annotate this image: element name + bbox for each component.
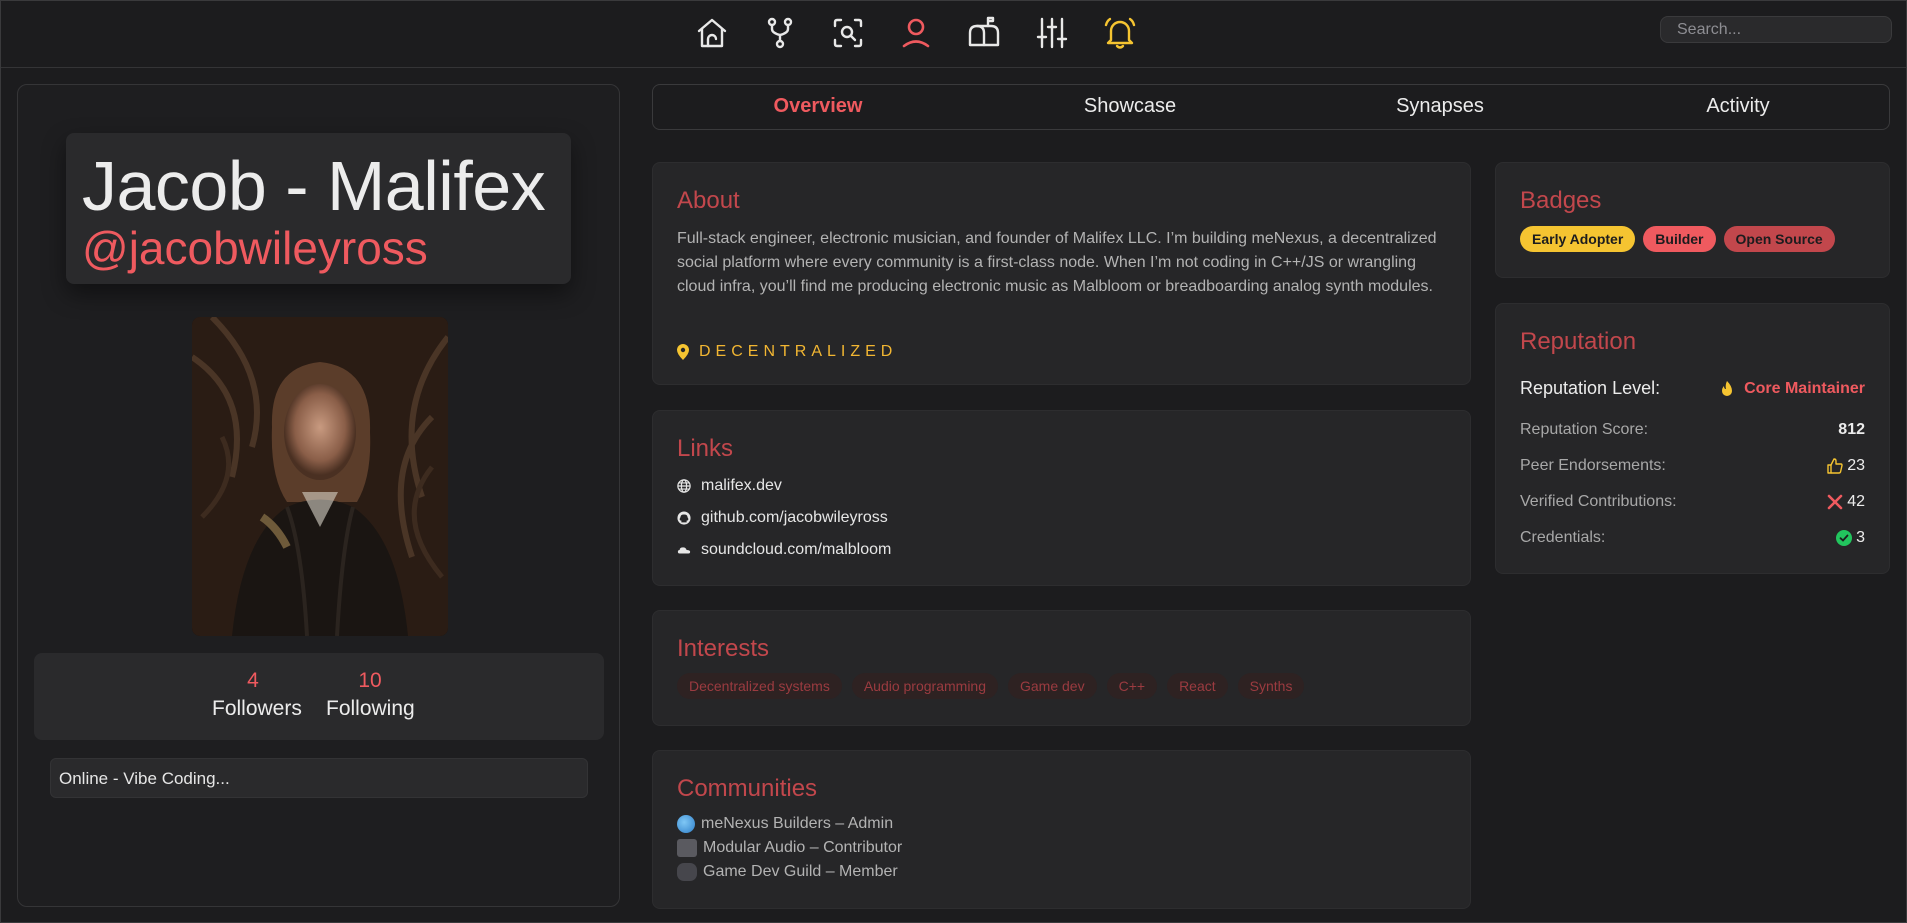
profile-icon[interactable]: [898, 14, 966, 52]
link-label: malifex.dev: [701, 477, 782, 494]
flame-icon: [1722, 380, 1733, 396]
tools-icon: [1827, 494, 1843, 510]
profile-tabs: Overview Showcase Synapses Activity: [652, 84, 1890, 130]
globe-emoji-icon: [677, 815, 695, 833]
tab-activity[interactable]: Activity: [1706, 95, 1769, 118]
link-soundcloud[interactable]: soundcloud.com/malbloom: [677, 541, 891, 559]
reputation-level-text: Core Maintainer: [1744, 379, 1865, 397]
follow-stats: 4 Followers 10 Following: [34, 653, 604, 740]
followers-count: 4: [247, 669, 259, 692]
interest-tag[interactable]: C++: [1106, 673, 1158, 699]
name-card: Jacob - Malifex @jacobwileyross: [66, 133, 571, 284]
map-pin-icon: [677, 344, 689, 360]
badge-early-adopter: Early Adopter: [1520, 226, 1636, 252]
reputation-score-label: Reputation Score:: [1520, 421, 1649, 438]
soundcloud-icon: [677, 547, 691, 554]
badges-card: Badges Early Adopter Builder Open Source: [1495, 162, 1890, 278]
location: DECENTRALIZED: [677, 343, 897, 361]
link-github[interactable]: github.com/jacobwileyross: [677, 509, 888, 527]
link-website[interactable]: malifex.dev: [677, 477, 782, 495]
top-nav-bar: [1, 1, 1906, 68]
nav-icon-group: [694, 14, 1170, 52]
interest-tag[interactable]: React: [1167, 673, 1228, 699]
links-card: Links malifex.dev github.com/jacobwileyr…: [652, 410, 1471, 586]
about-card: About Full-stack engineer, electronic mu…: [652, 162, 1471, 385]
community-label: Game Dev Guild – Member: [703, 863, 898, 880]
profile-sidebar: Jacob - Malifex @jacobwileyross 4 Follow…: [17, 84, 620, 907]
user-handle: @jacobwileyross: [82, 222, 428, 274]
check-circle-icon: [1836, 530, 1853, 546]
reputation-level-label: Reputation Level:: [1520, 378, 1661, 398]
interest-tag[interactable]: Synths: [1237, 673, 1305, 699]
community-label: meNexus Builders – Admin: [701, 815, 894, 832]
interest-tag[interactable]: Decentralized systems: [677, 673, 842, 699]
contributions-count: 42: [1847, 493, 1865, 510]
fork-icon[interactable]: [762, 14, 830, 52]
verified-contributions-label: Verified Contributions:: [1520, 493, 1677, 510]
links-title: Links: [677, 435, 734, 462]
following-label: Following: [326, 697, 415, 720]
status-message: Online - Vibe Coding...: [50, 758, 588, 798]
link-label: github.com/jacobwileyross: [701, 509, 888, 526]
following-count: 10: [358, 669, 382, 692]
reputation-score-row: Reputation Score: 812: [1520, 421, 1865, 439]
interests-card: Interests Decentralized systems Audio pr…: [652, 610, 1471, 726]
followers-stat[interactable]: 4 Followers: [212, 669, 302, 721]
tab-overview[interactable]: Overview: [774, 95, 863, 118]
badge-open-source: Open Source: [1723, 226, 1835, 252]
tab-synapses[interactable]: Synapses: [1396, 95, 1484, 118]
verified-contributions-value: 42: [1827, 493, 1865, 511]
credentials-row: Credentials: 3: [1520, 529, 1865, 547]
followers-label: Followers: [212, 697, 302, 720]
reputation-title: Reputation: [1520, 328, 1637, 355]
badges-title: Badges: [1520, 187, 1602, 214]
badge-list: Early Adopter Builder Open Source: [1520, 226, 1835, 252]
interest-tag[interactable]: Audio programming: [851, 673, 998, 699]
about-title: About: [677, 187, 740, 214]
interests-title: Interests: [677, 635, 770, 662]
bell-icon[interactable]: [1102, 14, 1170, 52]
display-name: Jacob - Malifex: [82, 147, 546, 225]
mailbox-icon[interactable]: [966, 14, 1034, 52]
location-text: DECENTRALIZED: [699, 343, 898, 360]
gamepad-icon: [677, 863, 697, 881]
tab-showcase[interactable]: Showcase: [1084, 95, 1176, 118]
communities-card: Communities meNexus Builders – Admin Mod…: [652, 750, 1471, 909]
scan-search-icon[interactable]: [830, 14, 898, 52]
following-stat[interactable]: 10 Following: [326, 669, 415, 721]
search-input[interactable]: [1660, 16, 1892, 43]
credentials-label: Credentials:: [1520, 529, 1606, 546]
communities-title: Communities: [677, 775, 818, 802]
reputation-score-value: 812: [1838, 421, 1865, 438]
control-knobs-icon: [677, 839, 697, 857]
community-item[interactable]: Game Dev Guild – Member: [677, 863, 898, 881]
thumbs-up-icon: [1827, 458, 1843, 474]
community-item[interactable]: meNexus Builders – Admin: [677, 815, 893, 833]
community-item[interactable]: Modular Audio – Contributor: [677, 839, 902, 857]
badge-builder: Builder: [1643, 226, 1716, 252]
reputation-card: Reputation Reputation Level: Core Mainta…: [1495, 303, 1890, 574]
github-icon: [677, 511, 691, 525]
avatar: [192, 317, 448, 636]
reputation-level-value: Core Maintainer: [1720, 380, 1865, 398]
community-label: Modular Audio – Contributor: [703, 839, 903, 856]
home-icon[interactable]: [694, 14, 762, 52]
interest-tag[interactable]: Game dev: [1008, 673, 1097, 699]
globe-icon: [677, 479, 691, 493]
link-label: soundcloud.com/malbloom: [701, 541, 892, 558]
peer-endorsements-label: Peer Endorsements:: [1520, 457, 1666, 474]
reputation-level-row: Reputation Level: Core Maintainer: [1520, 378, 1865, 399]
peer-endorsements-row: Peer Endorsements: 23: [1520, 457, 1865, 475]
endorsements-count: 23: [1847, 457, 1865, 474]
about-text: Full-stack engineer, electronic musician…: [677, 230, 1437, 295]
verified-contributions-row: Verified Contributions: 42: [1520, 493, 1865, 511]
interest-tags: Decentralized systems Audio programming …: [677, 673, 1305, 699]
sliders-icon[interactable]: [1034, 14, 1102, 52]
credentials-value: 3: [1836, 529, 1865, 547]
credentials-count: 3: [1856, 529, 1865, 546]
peer-endorsements-value: 23: [1827, 457, 1865, 475]
